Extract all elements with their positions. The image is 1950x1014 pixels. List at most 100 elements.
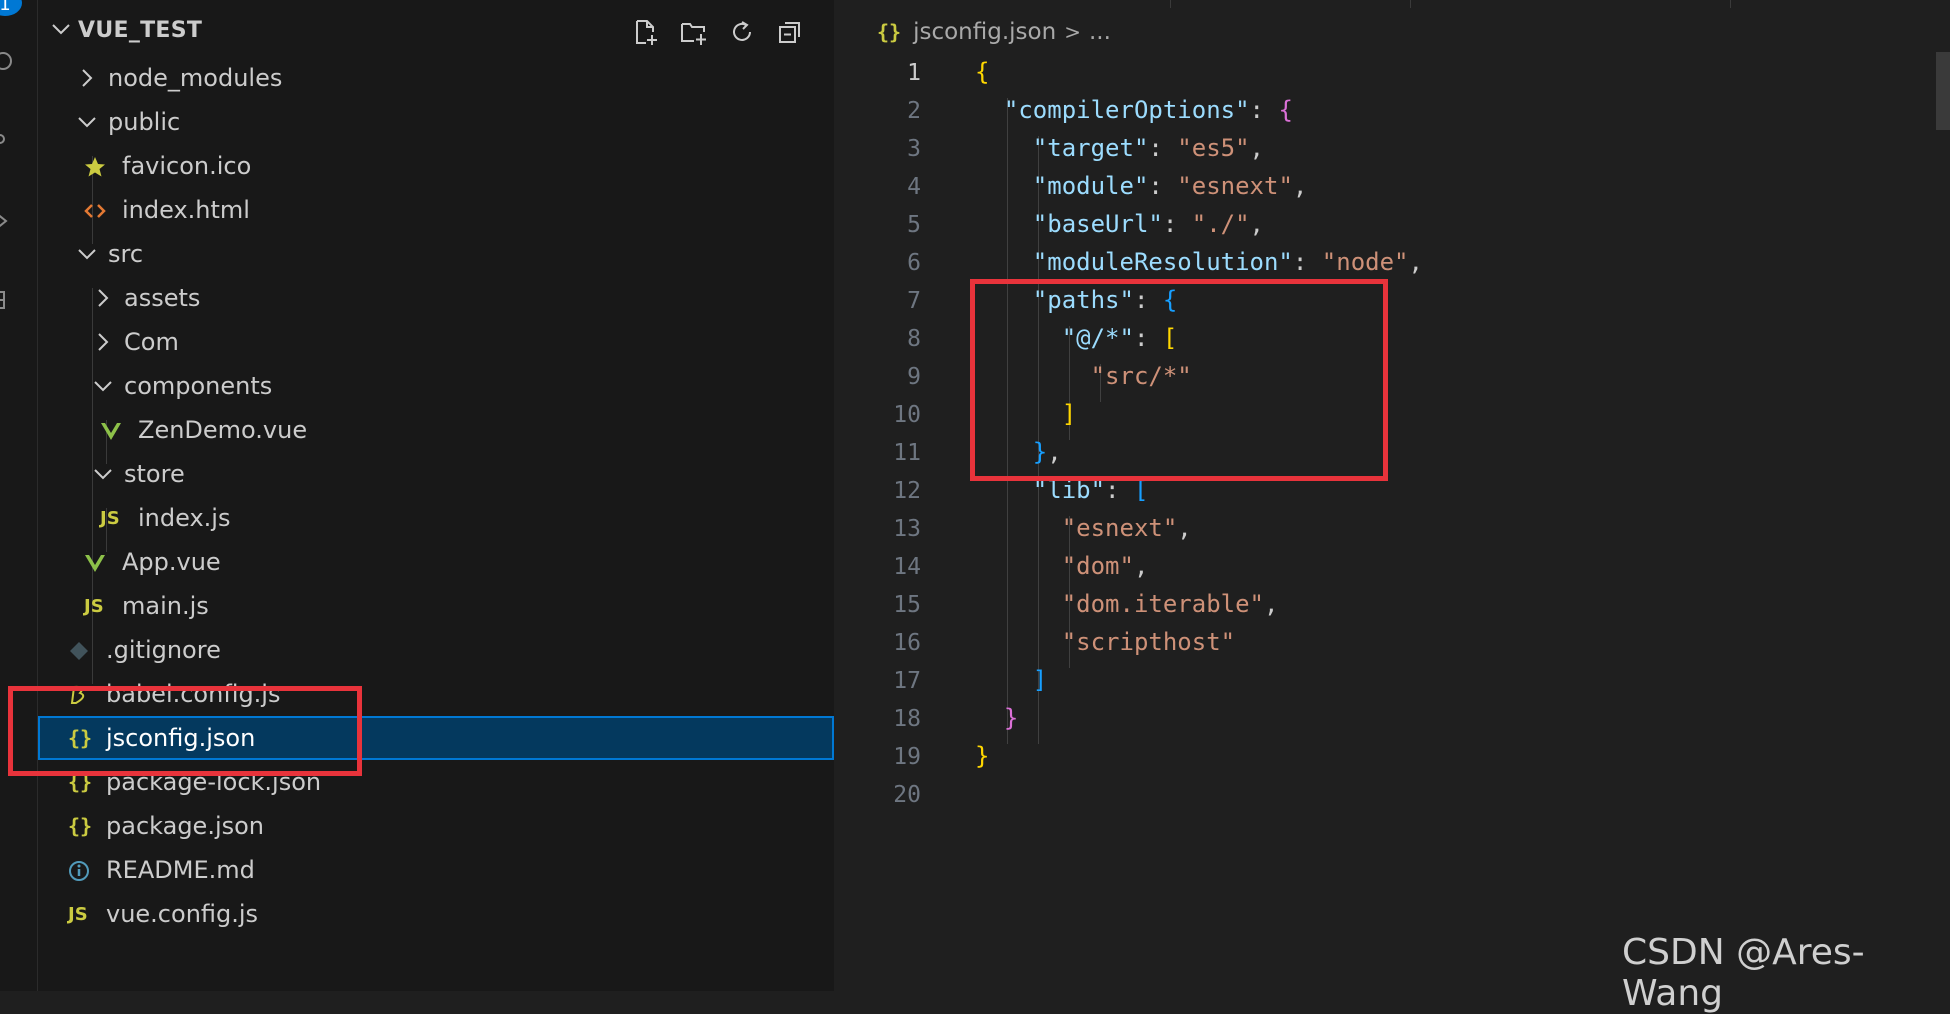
js-icon: JS (68, 903, 88, 925)
json-icon: {} (68, 726, 93, 750)
tree-item-index-js[interactable]: JS index.js (38, 496, 834, 540)
tree-item-jsconfig-json[interactable]: {} jsconfig.json (38, 716, 834, 760)
line-number: 20 (893, 782, 921, 808)
tree-item-readme[interactable]: README.md (38, 848, 834, 892)
tree-item-zendemo-vue[interactable]: ZenDemo.vue (38, 408, 834, 452)
chevron-down-icon (76, 111, 98, 133)
git-icon (68, 638, 98, 663)
tree-item-store[interactable]: store (38, 452, 834, 496)
tree-item-favicon[interactable]: favicon.ico (38, 144, 834, 188)
tree-item-label: App.vue (122, 548, 221, 576)
tree-item-label: public (108, 108, 181, 136)
line-number: 13 (893, 516, 921, 542)
search-icon[interactable] (0, 50, 16, 72)
line-number: 12 (893, 478, 921, 504)
line-number: 4 (907, 174, 921, 200)
tree-item-label: node_modules (108, 64, 283, 92)
chevron-right-icon (92, 287, 114, 309)
code-line: "target": "es5", (1032, 134, 1264, 162)
line-number: 16 (893, 630, 921, 656)
chevron-down-icon (76, 243, 98, 265)
tab-strip (835, 0, 1950, 8)
tree-item-label: index.html (122, 196, 250, 224)
chevron-down-icon (92, 375, 114, 397)
tree-item-label: main.js (122, 592, 209, 620)
tree-item-babel-config[interactable]: babel.config.js (38, 672, 834, 716)
refresh-icon[interactable] (724, 14, 760, 50)
new-folder-icon[interactable] (676, 14, 712, 50)
line-number: 6 (907, 250, 921, 276)
json-icon: {} (68, 770, 93, 794)
tree-item-label: jsconfig.json (106, 724, 256, 752)
tree-item-package-lock-json[interactable]: {} package-lock.json (38, 760, 834, 804)
tree-item-index-html[interactable]: index.html (38, 188, 834, 232)
code-line: "dom.iterable", (1061, 590, 1279, 618)
tree-item-com[interactable]: Com (38, 320, 834, 364)
tree-item-label: README.md (106, 856, 255, 884)
code-line: "baseUrl": "./", (1032, 210, 1264, 238)
line-number: 2 (907, 98, 921, 124)
chevron-right-icon (92, 331, 114, 353)
tree-item-label: babel.config.js (106, 680, 281, 708)
code-line: ] (1032, 666, 1048, 694)
tree-item-app-vue[interactable]: App.vue (38, 540, 834, 584)
tree-item-label: vue.config.js (106, 900, 259, 928)
json-icon: {} (68, 814, 93, 838)
tree-item-label: assets (124, 284, 201, 312)
tree-item-package-json[interactable]: {} package.json (38, 804, 834, 848)
line-number: 10 (893, 402, 921, 428)
code-line: } (975, 742, 990, 770)
extensions-icon[interactable] (0, 288, 16, 310)
tree-item-node-modules[interactable]: node_modules (38, 56, 834, 100)
editor-panel: {} jsconfig.json > ... 1 2 3 4 5 6 7 8 9… (835, 0, 1950, 991)
tree-item-public[interactable]: public (38, 100, 834, 144)
js-icon: JS (100, 507, 120, 529)
tree-item-assets[interactable]: assets (38, 276, 834, 320)
line-number: 19 (893, 744, 921, 770)
breadcrumb-more[interactable]: ... (1089, 19, 1111, 45)
line-number: 3 (907, 136, 921, 162)
code-line: "@/*": [ (1061, 324, 1178, 352)
code-line: "scripthost" (1061, 628, 1236, 656)
breadcrumb-file[interactable]: jsconfig.json (913, 19, 1056, 45)
explorer-panel: VUE_TEST node_modules public favicon.ico… (38, 0, 834, 991)
line-number: 17 (893, 668, 921, 694)
source-control-icon[interactable] (0, 128, 16, 150)
collapse-all-icon[interactable] (772, 14, 808, 50)
scrollbar-thumb[interactable] (1936, 52, 1950, 130)
tree-item-label: package-lock.json (106, 768, 322, 796)
tree-item-vue-config[interactable]: JS vue.config.js (38, 892, 834, 936)
tree-item-label: favicon.ico (122, 152, 252, 180)
activity-bar: 1 (0, 0, 38, 991)
workspace-title[interactable]: VUE_TEST (78, 18, 202, 43)
watermark: CSDN @Ares-Wang (1622, 932, 1865, 1014)
code-line: "dom", (1061, 552, 1149, 580)
tree-item-components[interactable]: components (38, 364, 834, 408)
star-icon (84, 154, 114, 179)
tree-item-label: store (124, 460, 185, 488)
json-icon: {} (877, 20, 902, 44)
tree-item-label: index.js (138, 504, 231, 532)
code-line: }, (1032, 438, 1062, 466)
tree-item-label: .gitignore (106, 636, 221, 664)
code-line: "moduleResolution": "node", (1032, 248, 1423, 276)
line-number: 9 (907, 364, 921, 390)
code-line: { (975, 58, 990, 86)
tree-item-gitignore[interactable]: .gitignore (38, 628, 834, 672)
line-number: 18 (893, 706, 921, 732)
line-number: 1 (907, 60, 921, 86)
code-line: } (1003, 704, 1019, 732)
new-file-icon[interactable] (628, 14, 664, 50)
breadcrumb: {} jsconfig.json > ... (877, 14, 1111, 50)
code-line: "module": "esnext", (1032, 172, 1308, 200)
tree-item-main-js[interactable]: JS main.js (38, 584, 834, 628)
breadcrumb-separator: > (1064, 20, 1081, 44)
code-line: "lib": [ (1032, 476, 1149, 504)
run-debug-icon[interactable] (0, 210, 16, 232)
line-number: 5 (907, 212, 921, 238)
chevron-down-icon (92, 463, 114, 485)
vue-icon (84, 550, 114, 575)
code-line: "src/*" (1090, 362, 1192, 390)
tree-item-src[interactable]: src (38, 232, 834, 276)
chevron-down-icon[interactable] (50, 18, 72, 40)
